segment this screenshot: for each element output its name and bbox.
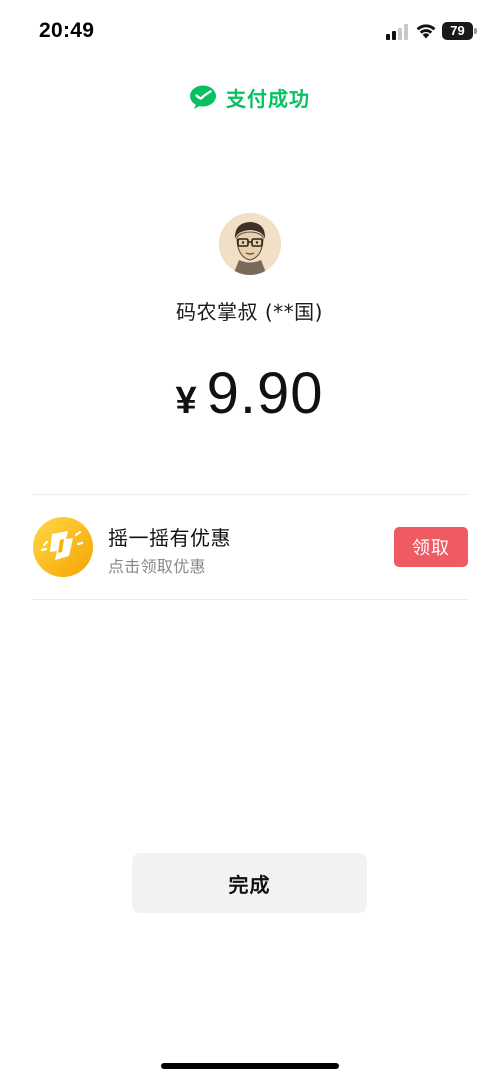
payment-amount: ¥ 9.90 — [0, 360, 499, 440]
page-title: 支付成功 — [226, 86, 310, 111]
status-bar: 20:49 79 — [0, 0, 499, 62]
payee-name: 码农掌叔 (**国) — [176, 300, 323, 324]
wifi-icon — [416, 24, 436, 39]
wechat-pay-icon — [190, 85, 216, 109]
battery-level: 79 — [442, 22, 473, 40]
divider-bottom — [32, 599, 468, 600]
avatar-portrait-icon — [219, 213, 281, 275]
cellular-signal-icon — [386, 24, 408, 40]
promo-title: 摇一摇有优惠 — [108, 526, 231, 550]
payee-avatar — [219, 213, 281, 275]
battery-cap — [474, 28, 477, 34]
promo-subtitle: 点击领取优惠 — [108, 557, 206, 576]
shake-coupon-icon — [33, 517, 93, 577]
claim-button[interactable]: 领取 — [394, 527, 468, 567]
currency-symbol: ¥ — [175, 380, 197, 422]
amount-value: 9.90 — [206, 361, 324, 426]
divider-top — [32, 494, 468, 495]
battery-indicator: 79 — [442, 22, 478, 40]
home-indicator[interactable] — [161, 1063, 339, 1069]
done-button[interactable]: 完成 — [132, 853, 367, 913]
promo-card[interactable]: 摇一摇有优惠 点击领取优惠 领取 — [32, 500, 468, 595]
payment-success-header: 支付成功 — [0, 80, 499, 114]
status-time: 20:49 — [39, 19, 95, 42]
